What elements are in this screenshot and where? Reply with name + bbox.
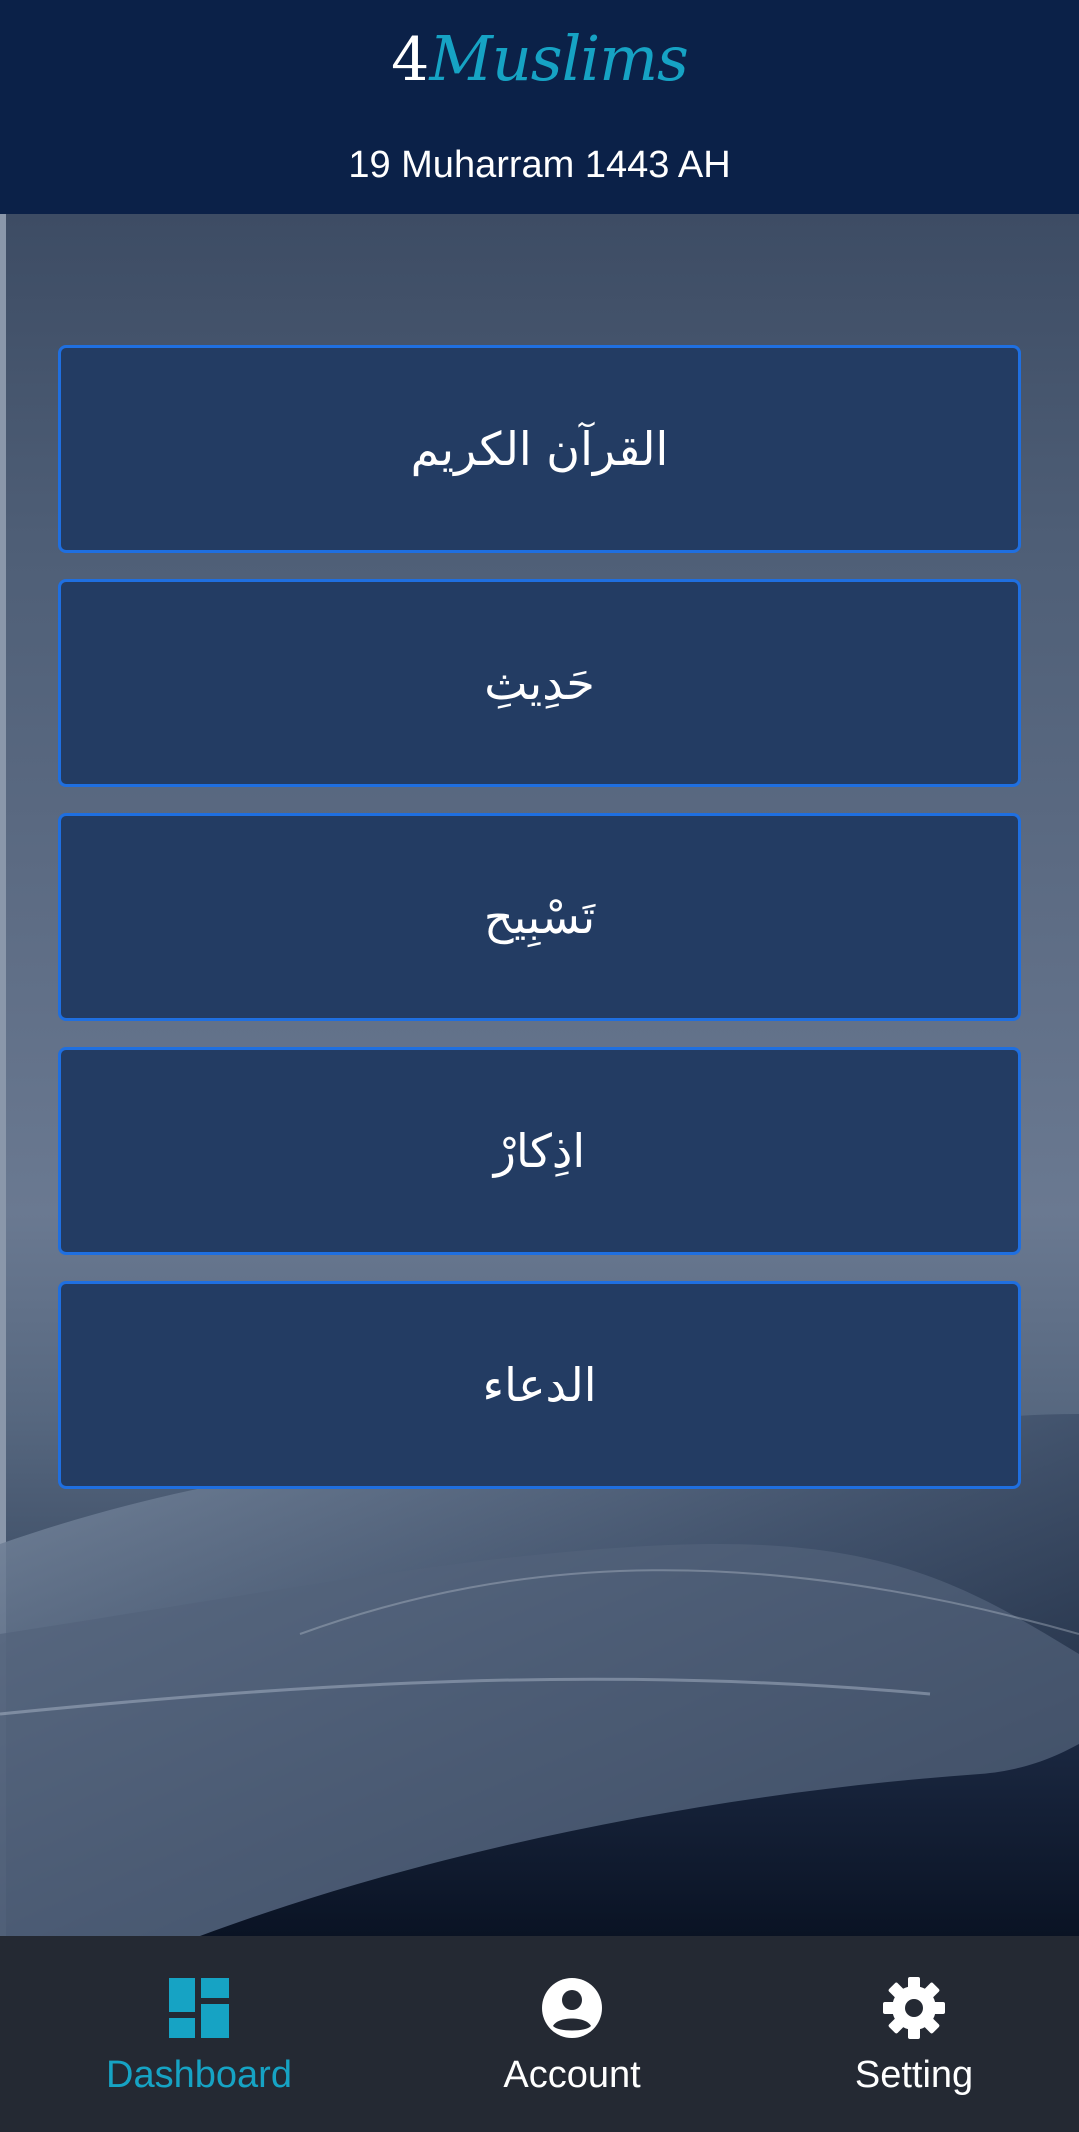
nav-item-setting[interactable]: Setting <box>772 1936 1056 2132</box>
hijri-date: 19 Muharram 1443 AH <box>348 144 731 186</box>
background-image: القرآن الكريم حَدِيثِ تَسْبِيح اذِكارْ ا… <box>0 214 1079 1936</box>
nav-label-setting: Setting <box>854 2054 974 2096</box>
nav-label-dashboard: Dashboard <box>106 2054 292 2096</box>
account-circle-icon <box>542 1978 602 2038</box>
app-logo: 4Muslims <box>0 22 1079 95</box>
app-header: 4Muslims 19 Muharram 1443 AH <box>0 0 1079 214</box>
bottom-navigation: Dashboard Account Setting <box>0 1936 1079 2132</box>
menu-button-quran[interactable]: القرآن الكريم <box>58 345 1021 553</box>
nav-item-account[interactable]: Account <box>430 1936 714 2132</box>
nav-item-dashboard[interactable]: Dashboard <box>57 1936 341 2132</box>
menu-button-azkar[interactable]: اذِكارْ <box>58 1047 1021 1255</box>
dashboard-icon <box>169 1978 229 2038</box>
menu-label: حَدِيثِ <box>484 656 595 710</box>
menu-label: اذِكارْ <box>493 1124 586 1178</box>
nav-label-account: Account <box>503 2054 641 2096</box>
logo-number: 4 <box>391 25 430 95</box>
menu-button-tasbih[interactable]: تَسْبِيح <box>58 813 1021 1021</box>
menu-label: تَسْبِيح <box>483 890 596 944</box>
menu-button-hadith[interactable]: حَدِيثِ <box>58 579 1021 787</box>
logo-word: Muslims <box>429 22 688 95</box>
menu-label: القرآن الكريم <box>410 422 669 476</box>
gear-icon <box>883 1977 945 2039</box>
menu-label: الدعاء <box>482 1358 597 1412</box>
menu-button-dua[interactable]: الدعاء <box>58 1281 1021 1489</box>
